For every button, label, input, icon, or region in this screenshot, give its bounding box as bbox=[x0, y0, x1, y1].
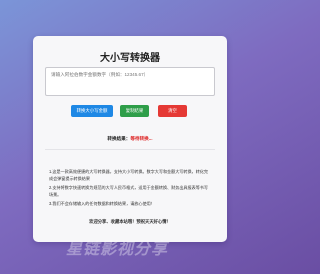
footer-note: 欢迎分享、收藏本站哦！预祝天天好心情！ bbox=[89, 219, 171, 224]
clear-button[interactable]: 清空 bbox=[158, 105, 187, 117]
result-value: 等待转换... bbox=[130, 136, 153, 141]
instruction-item: 2.支持将数字快速转换为规范的大写人民币格式，适用于金额转换、财务出具报表等书写… bbox=[49, 185, 208, 197]
divider bbox=[45, 149, 215, 150]
amount-input[interactable] bbox=[45, 67, 215, 96]
instructions: 1.这是一款高效便捷的大写转换器，支持大小写转换。数字大写和金额大写转换，转化完… bbox=[49, 169, 211, 211]
watermark: 星链影视分享 bbox=[66, 241, 169, 258]
instruction-item: 1.这是一款高效便捷的大写转换器，支持大小写转换。数字大写和金额大写转换，转化完… bbox=[49, 169, 208, 181]
result-line: 转换结果：等待转换... bbox=[33, 136, 227, 142]
result-label: 转换结果： bbox=[107, 136, 131, 141]
converter-card: 大小写转换器 转换大小写金额 复制结果 清空 转换结果：等待转换... 1.这是… bbox=[33, 36, 227, 242]
instruction-item: 3.我们不会存储输入的任何数据和转换结果，请放心使用！ bbox=[49, 201, 155, 207]
copy-result-button[interactable]: 复制结果 bbox=[120, 105, 149, 117]
page-title: 大小写转换器 bbox=[100, 53, 160, 64]
convert-button[interactable]: 转换大小写金额 bbox=[71, 105, 113, 117]
